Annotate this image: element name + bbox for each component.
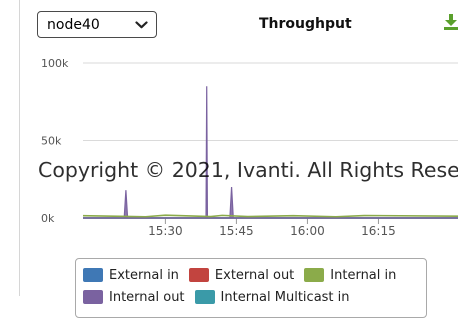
legend-label: Internal Multicast in [220,289,350,305]
x-tick-label: 15:45 [219,224,254,238]
y-tick-label: 50k [41,135,62,148]
x-tick-label: 16:00 [290,224,325,238]
chart-legend: External in External out Internal in Inter… [75,258,427,318]
legend-label: Internal out [109,289,185,305]
throughput-chart: 0k 50k 100k 15:30 15:45 16:00 16:15 [41,57,458,238]
legend-swatch [83,290,103,304]
series-internal-out [83,86,458,219]
legend-label: External out [214,267,295,283]
legend-swatch [83,268,103,282]
legend-label: Internal in [330,267,397,283]
legend-item-internal-in[interactable]: Internal in [304,268,396,283]
legend-item-internal-out[interactable]: Internal out [83,290,185,305]
legend-item-external-in[interactable]: External in [83,268,179,283]
x-tick-label: 16:15 [361,224,396,238]
chart-gridlines [83,62,458,219]
legend-label: External in [109,267,179,283]
x-axis-ticks: 15:30 15:45 16:00 16:15 [148,218,396,238]
legend-swatch [188,268,209,282]
y-axis-ticks: 0k 50k 100k [41,57,69,225]
legend-swatch [194,290,215,304]
y-tick-label: 0k [41,212,55,225]
series-internal-in [82,214,458,218]
legend-item-internal-multicast-in[interactable]: Internal Multicast in [194,289,350,305]
y-tick-label: 100k [41,57,69,70]
x-tick-label: 15:30 [148,224,183,238]
chart-series [82,86,458,219]
legend-swatch [304,268,325,282]
legend-item-external-out[interactable]: External out [188,267,295,283]
